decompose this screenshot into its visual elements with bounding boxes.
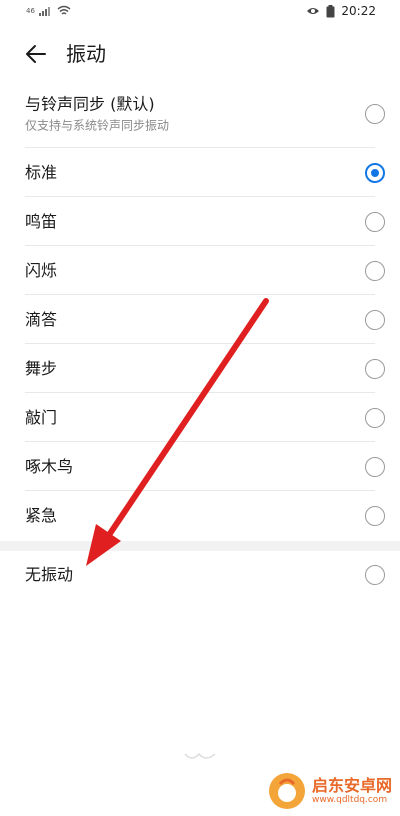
- radio-button[interactable]: [365, 456, 385, 477]
- option-flicker[interactable]: 闪烁: [0, 246, 400, 295]
- wifi-icon: [57, 5, 71, 15]
- option-sync-with-ringtone[interactable]: 与铃声同步 (默认) 仅支持与系统铃声同步振动: [0, 80, 400, 148]
- option-woodpecker[interactable]: 啄木鸟: [0, 442, 400, 491]
- option-tick[interactable]: 滴答: [0, 295, 400, 344]
- back-button[interactable]: [22, 40, 50, 68]
- signal-icon: [38, 6, 50, 16]
- option-subtitle: 仅支持与系统铃声同步振动: [25, 118, 170, 133]
- radio-button[interactable]: [365, 407, 385, 428]
- status-bar-right: 20:22: [306, 4, 376, 18]
- option-label: 敲门: [25, 407, 58, 427]
- radio-button[interactable]: [365, 358, 385, 379]
- option-label: 鸣笛: [25, 211, 58, 231]
- radio-button[interactable]: [365, 260, 385, 281]
- watermark-text: 启东安卓网 www.qdltdq.com: [312, 775, 393, 806]
- status-bar-left: 46: [26, 5, 71, 16]
- status-time: 20:22: [341, 4, 376, 18]
- option-text: 与铃声同步 (默认) 仅支持与系统铃声同步振动: [25, 95, 169, 134]
- radio-button[interactable]: [365, 565, 385, 585]
- option-label: 舞步: [25, 358, 58, 378]
- watermark-logo-icon: [269, 773, 305, 809]
- option-label: 啄木鸟: [25, 456, 74, 476]
- status-bar: 46 20:22: [0, 0, 400, 26]
- header: 振动: [0, 30, 400, 78]
- network-type-label: 46: [26, 6, 35, 15]
- option-dance[interactable]: 舞步: [0, 344, 400, 393]
- option-label: 与铃声同步 (默认): [25, 94, 155, 114]
- watermark-title: 启东安卓网: [312, 775, 393, 795]
- vibration-options-list: 与铃声同步 (默认) 仅支持与系统铃声同步振动 标准 鸣笛 闪烁 滴答 舞步 敲…: [0, 80, 400, 540]
- watermark: 启东安卓网 www.qdltdq.com: [268, 772, 392, 810]
- section-divider: [0, 541, 400, 551]
- page-title: 振动: [66, 42, 106, 66]
- option-label: 滴答: [25, 309, 58, 329]
- radio-button-selected[interactable]: [365, 162, 385, 183]
- home-indicator-icon: [184, 752, 216, 759]
- eye-icon: [307, 8, 320, 14]
- option-standard[interactable]: 标准: [0, 148, 400, 197]
- option-label: 无振动: [25, 565, 74, 584]
- radio-button[interactable]: [365, 104, 385, 124]
- option-label: 紧急: [25, 505, 58, 525]
- radio-button[interactable]: [365, 505, 385, 526]
- battery-icon: [326, 4, 335, 17]
- option-urgent[interactable]: 紧急: [0, 491, 400, 540]
- option-label: 闪烁: [25, 260, 58, 280]
- option-whistle[interactable]: 鸣笛: [0, 197, 400, 246]
- option-knock[interactable]: 敲门: [0, 393, 400, 442]
- option-no-vibration[interactable]: 无振动: [0, 551, 400, 599]
- watermark-url: www.qdltdq.com: [312, 794, 388, 805]
- option-label: 标准: [25, 162, 58, 182]
- arrow-left-icon: [26, 45, 46, 63]
- radio-button[interactable]: [365, 309, 385, 330]
- radio-button[interactable]: [365, 211, 385, 232]
